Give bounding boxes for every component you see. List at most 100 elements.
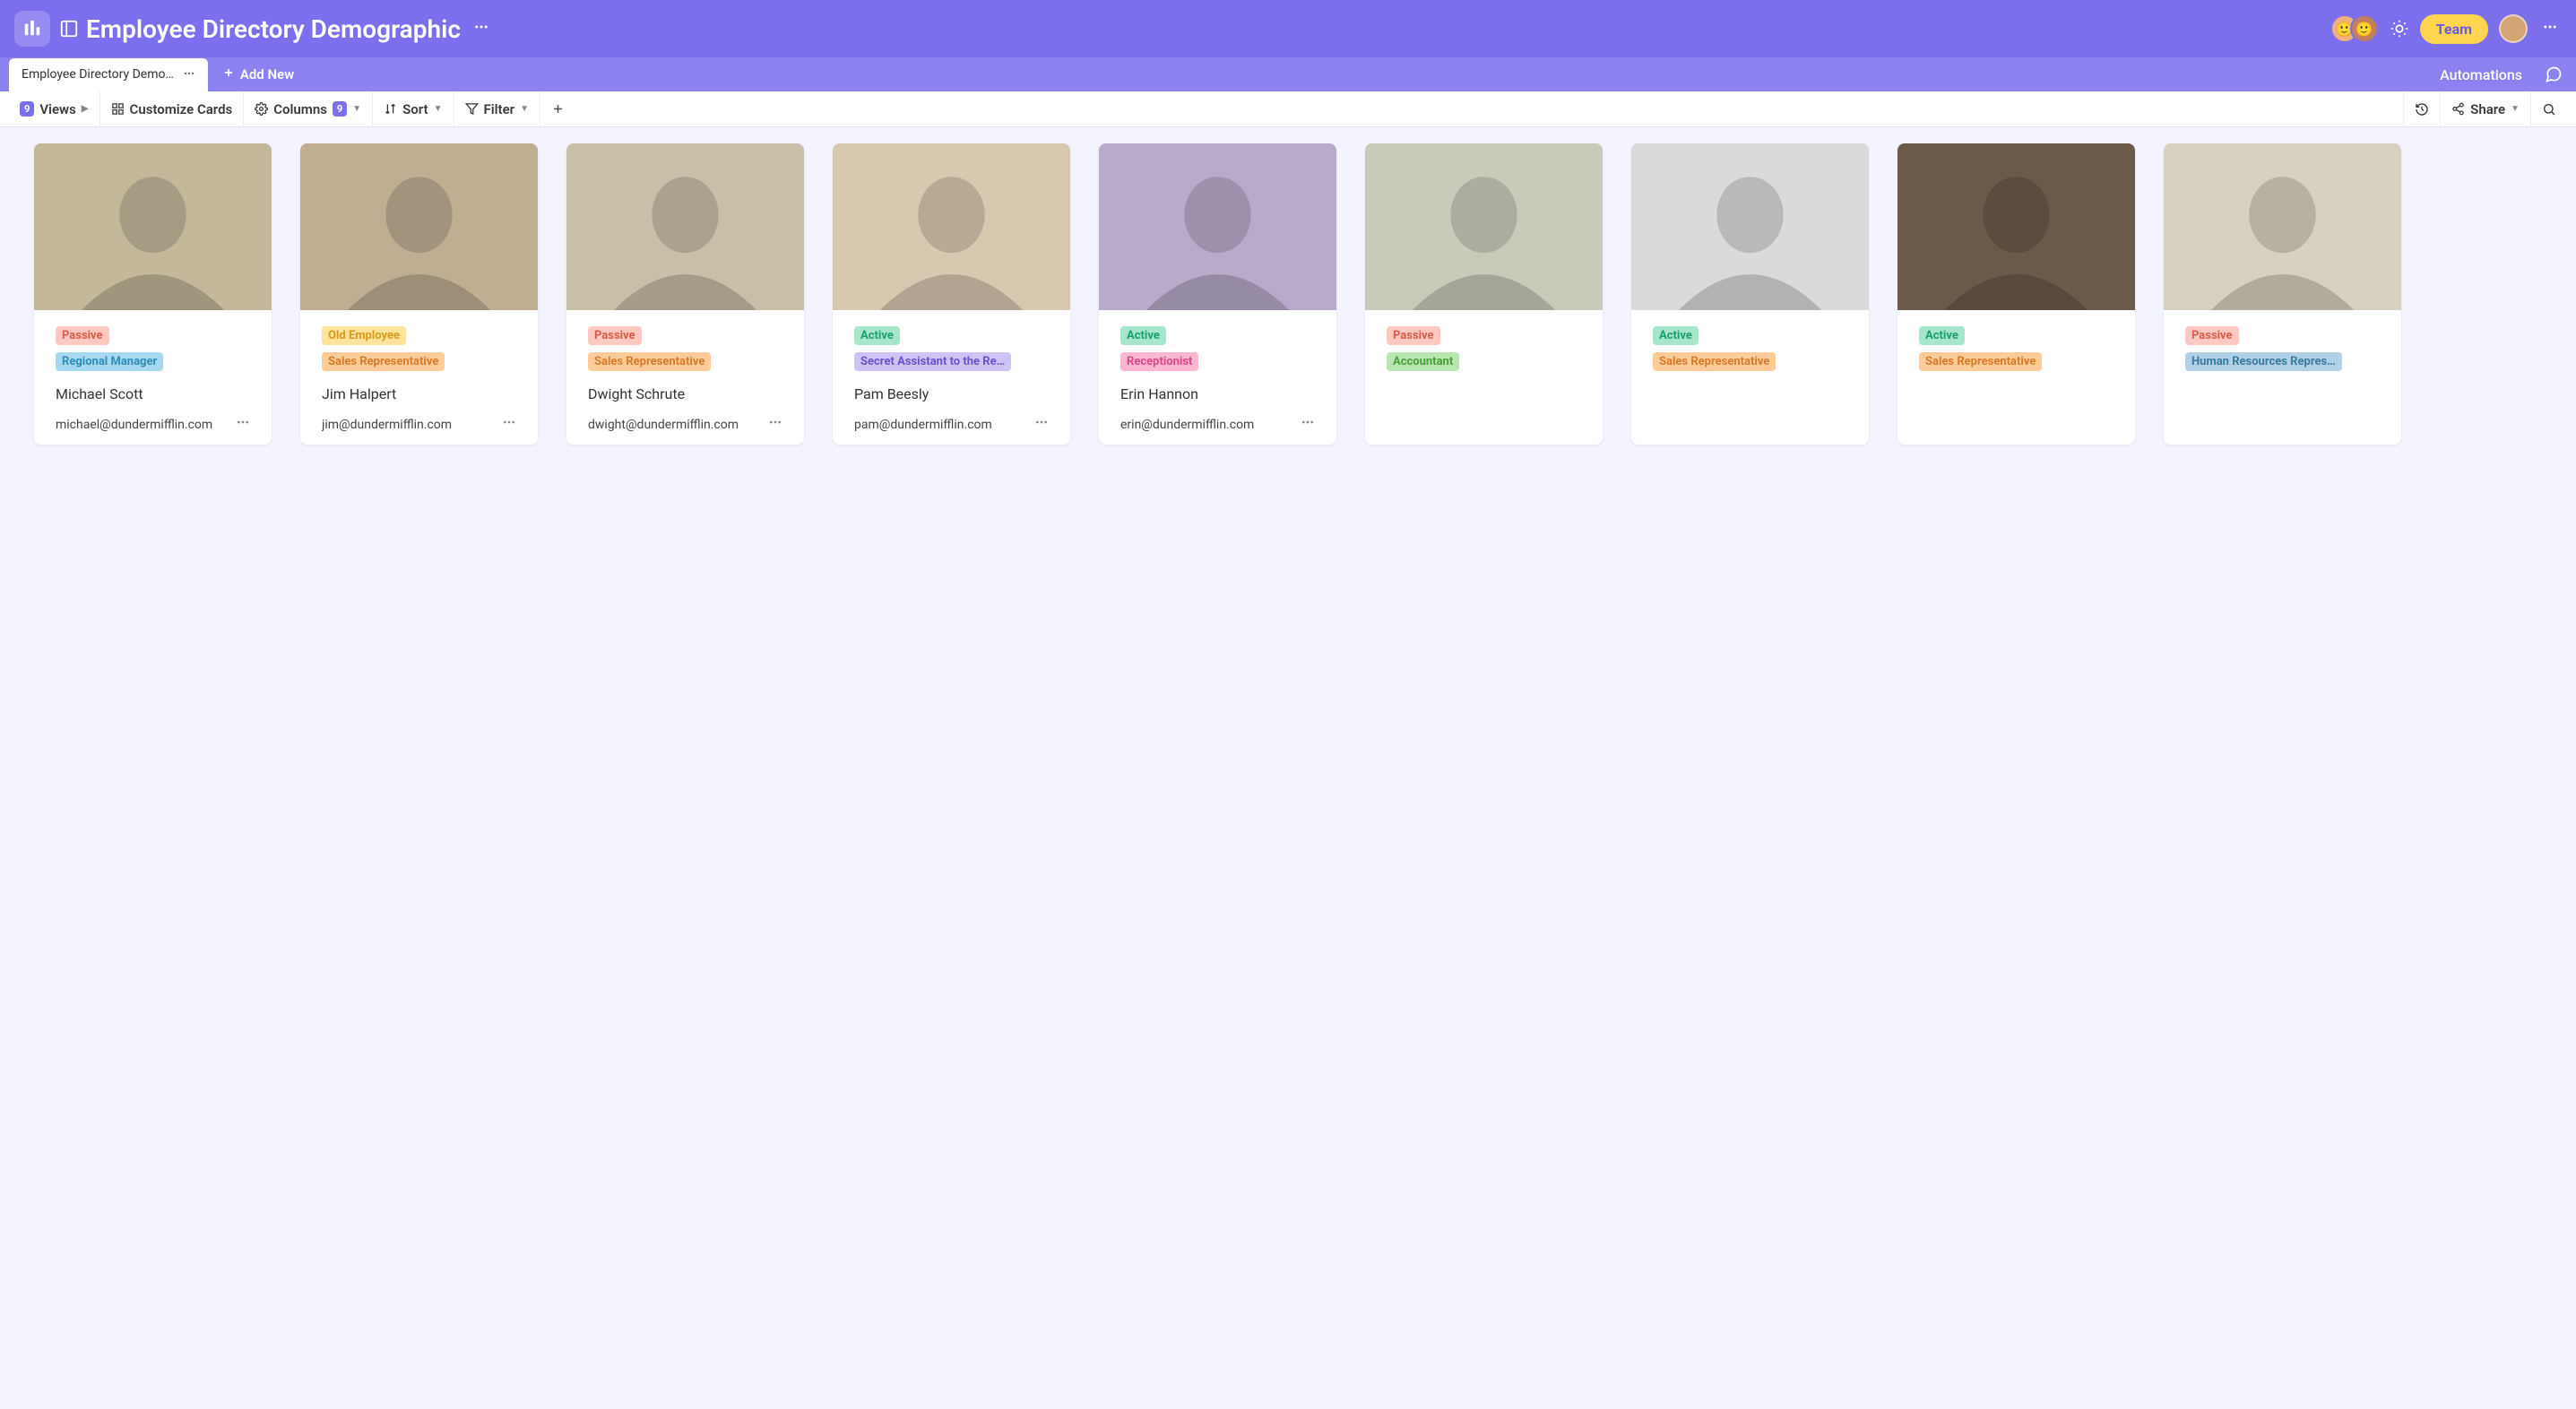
automations-button[interactable]: Automations (2440, 66, 2522, 83)
employee-card[interactable]: Active Sales Representative (1897, 143, 2135, 445)
title-more-icon[interactable] (470, 15, 493, 42)
employee-card[interactable]: Old Employee Sales Representative Jim Ha… (300, 143, 538, 445)
chevron-down-icon: ▼ (352, 104, 361, 114)
filter-label: Filter (484, 101, 515, 117)
employee-card[interactable]: Passive Sales Representative Dwight Schr… (566, 143, 804, 445)
employee-name: Pam Beesly (854, 385, 1049, 402)
employee-photo (566, 143, 804, 310)
user-avatar[interactable] (2499, 14, 2528, 43)
team-button[interactable]: Team (2420, 14, 2488, 44)
employee-photo (1099, 143, 1336, 310)
grid-icon (111, 102, 125, 116)
search-button[interactable] (2531, 91, 2567, 127)
views-badge: 9 (20, 101, 34, 117)
employee-email: michael@dundermifflin.com (56, 418, 212, 432)
presence-avatars[interactable]: 🙂 🙂 (2330, 14, 2379, 43)
card-body: Active Sales Representative (1631, 310, 1869, 389)
card-footer: dwight@dundermifflin.com (588, 415, 782, 434)
page-title-wrap: Employee Directory Demographic (59, 14, 461, 44)
status-tag: Active (1653, 326, 1699, 345)
role-tag: Sales Representative (322, 352, 445, 371)
board-icon (59, 19, 79, 39)
employee-name: Michael Scott (56, 385, 250, 402)
employee-card[interactable]: Passive Regional Manager Michael Scott m… (34, 143, 272, 445)
employee-email: erin@dundermifflin.com (1120, 418, 1254, 432)
tab-label: Employee Directory Demo… (22, 67, 174, 82)
role-tag: Accountant (1387, 352, 1459, 371)
card-body: Passive Human Resources Repres… (2164, 310, 2401, 389)
history-icon (2415, 102, 2429, 117)
views-label: Views (39, 101, 76, 117)
tab-current[interactable]: Employee Directory Demo… (9, 58, 208, 91)
status-tag: Old Employee (322, 326, 406, 345)
customize-cards-button[interactable]: Customize Cards (100, 91, 245, 127)
employee-card[interactable]: Passive Accountant (1365, 143, 1603, 445)
employee-card[interactable]: Active Secret Assistant to the Re… Pam B… (833, 143, 1070, 445)
avatar: 🙂 (2350, 14, 2379, 43)
role-tag: Regional Manager (56, 352, 163, 371)
plus-icon (551, 102, 565, 116)
share-label: Share (2470, 101, 2505, 117)
status-tag: Passive (588, 326, 642, 345)
sort-label: Sort (402, 101, 428, 117)
card-more-icon[interactable] (236, 415, 250, 434)
columns-button[interactable]: Columns 9 ▼ (244, 91, 373, 127)
employee-photo (300, 143, 538, 310)
card-body: Active Sales Representative (1897, 310, 2135, 389)
chat-icon[interactable] (2540, 61, 2567, 88)
chevron-down-icon: ▼ (520, 104, 529, 114)
card-more-icon[interactable] (502, 415, 516, 434)
add-new-button[interactable]: Add New (217, 66, 299, 82)
app-logo[interactable] (14, 11, 50, 47)
role-tag: Sales Representative (1653, 352, 1776, 371)
employee-photo (1897, 143, 2135, 310)
card-footer: pam@dundermifflin.com (854, 415, 1049, 434)
add-tool-button[interactable] (540, 91, 575, 127)
toolbar-right: Share ▼ (2403, 91, 2567, 127)
sort-button[interactable]: Sort ▼ (373, 91, 454, 127)
gear-icon (255, 102, 268, 116)
views-button[interactable]: 9 Views ▶ (9, 91, 100, 127)
header-more-icon[interactable] (2538, 15, 2562, 42)
role-tag: Sales Representative (1919, 352, 2042, 371)
chevron-right-icon: ▶ (82, 104, 89, 114)
role-tag: Human Resources Repres… (2185, 352, 2342, 371)
filter-button[interactable]: Filter ▼ (454, 91, 540, 127)
employee-email: pam@dundermifflin.com (854, 418, 992, 432)
topbar-right: 🙂 🙂 Team (2330, 14, 2562, 44)
chevron-down-icon: ▼ (2511, 104, 2520, 114)
role-tag: Secret Assistant to the Re… (854, 352, 1011, 371)
status-tag: Active (1120, 326, 1166, 345)
employee-name: Jim Halpert (322, 385, 516, 402)
employee-card[interactable]: Passive Human Resources Repres… (2164, 143, 2401, 445)
employee-photo (34, 143, 272, 310)
card-grid: Passive Regional Manager Michael Scott m… (0, 127, 2576, 461)
status-tag: Active (854, 326, 900, 345)
tab-more-icon[interactable] (183, 65, 195, 84)
card-body: Passive Accountant (1365, 310, 1603, 389)
chevron-down-icon: ▼ (434, 104, 443, 114)
share-button[interactable]: Share ▼ (2441, 91, 2531, 127)
add-new-label: Add New (240, 66, 294, 82)
employee-name: Erin Hannon (1120, 385, 1315, 402)
card-body: Passive Regional Manager Michael Scott m… (34, 310, 272, 445)
status-tag: Passive (2185, 326, 2239, 345)
card-body: Active Secret Assistant to the Re… Pam B… (833, 310, 1070, 445)
role-tag: Receptionist (1120, 352, 1198, 371)
customize-label: Customize Cards (130, 101, 233, 117)
sub-header: Employee Directory Demo… Add New Automat… (0, 57, 2576, 91)
employee-card[interactable]: Active Sales Representative (1631, 143, 1869, 445)
share-icon (2451, 102, 2465, 116)
card-more-icon[interactable] (1301, 415, 1315, 434)
card-more-icon[interactable] (768, 415, 782, 434)
card-more-icon[interactable] (1034, 415, 1049, 434)
top-header: Employee Directory Demographic 🙂 🙂 Team (0, 0, 2576, 57)
employee-card[interactable]: Active Receptionist Erin Hannon erin@dun… (1099, 143, 1336, 445)
filter-icon (465, 102, 479, 116)
search-icon (2542, 102, 2556, 117)
page-title: Employee Directory Demographic (86, 14, 461, 44)
toolbar: 9 Views ▶ Customize Cards Columns 9 ▼ So… (0, 91, 2576, 127)
history-button[interactable] (2403, 91, 2441, 127)
sun-theme-icon[interactable] (2390, 19, 2409, 39)
status-tag: Passive (1387, 326, 1440, 345)
